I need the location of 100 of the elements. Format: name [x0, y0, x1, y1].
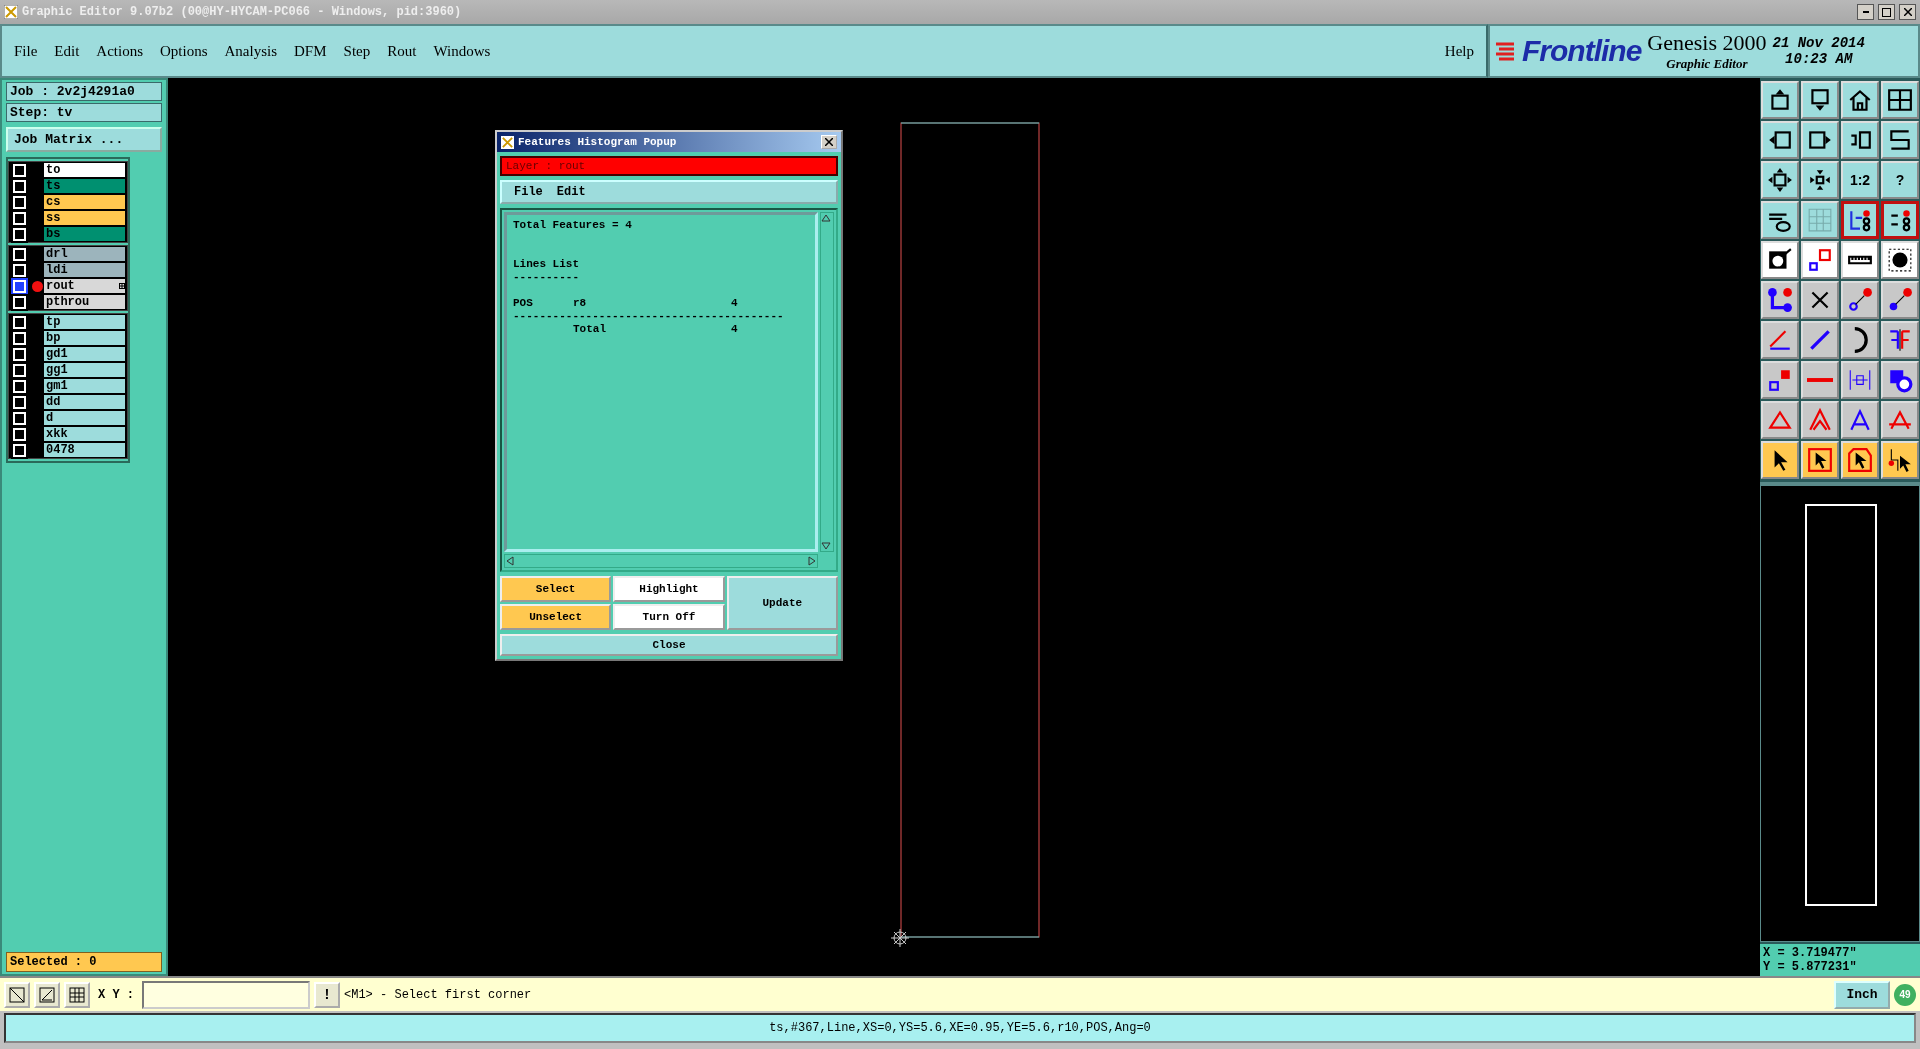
layer-name[interactable]: ss — [44, 211, 125, 225]
layer-name[interactable]: d — [44, 411, 125, 425]
layer-label: Layer : rout — [500, 156, 838, 176]
layer-name[interactable]: cs — [44, 195, 125, 209]
layer-name[interactable]: drl — [44, 247, 125, 261]
selected-count: Selected : 0 — [6, 952, 162, 972]
layer-checkbox[interactable] — [13, 211, 26, 225]
layer-checkbox[interactable] — [13, 315, 26, 329]
shrink-arrows-icon — [1807, 167, 1833, 193]
layer-name[interactable]: ldi — [44, 263, 125, 277]
action-button[interactable]: Select — [500, 576, 612, 602]
menu-item[interactable]: Edit — [556, 185, 586, 199]
layer-checkbox[interactable] — [13, 295, 26, 309]
pointer-icon — [1807, 447, 1833, 473]
slanted-line-icon — [1807, 327, 1833, 353]
window-title: Graphic Editor 9.07b2 (00@HY-HYCAM-PC066 - Windows, pid:3960) — [22, 5, 463, 19]
layer-checkbox[interactable] — [13, 427, 26, 441]
action-button[interactable]: Turn Off — [613, 604, 725, 630]
close-icon — [825, 138, 833, 146]
line-arrow-icon — [1887, 287, 1913, 313]
job-matrix-button[interactable]: Job Matrix ... — [6, 127, 162, 152]
speed-lines-icon — [1494, 40, 1516, 62]
angle-box-icon — [39, 986, 55, 1003]
tool-button[interactable]: 1:2 — [1841, 161, 1879, 199]
count-badge: 49 — [1894, 983, 1916, 1006]
mirror-icon — [1887, 327, 1913, 353]
layer-name[interactable]: rout — [44, 279, 125, 293]
product-name: Genesis 2000 — [1647, 30, 1767, 56]
section-underline: ---------- — [513, 271, 580, 284]
layer-checkbox[interactable] — [13, 411, 26, 425]
layer-checkbox[interactable] — [13, 331, 26, 345]
menu-item[interactable]: Analysis — [224, 42, 278, 60]
layer-checkbox[interactable] — [13, 195, 26, 209]
close-button[interactable] — [1899, 4, 1916, 20]
layer-name[interactable]: bs — [44, 227, 125, 241]
units-button[interactable]: Inch — [1834, 980, 1890, 1009]
x-coordinate: X = 3.719477" — [1763, 946, 1858, 960]
layer-name[interactable]: gg1 — [44, 363, 125, 377]
layer-checkbox[interactable] — [13, 247, 26, 261]
layer-checkbox[interactable] — [13, 363, 26, 377]
vertical-scrollbar[interactable] — [820, 212, 834, 552]
action-button[interactable]: Update — [726, 576, 838, 630]
menu-item[interactable]: Rout — [387, 42, 417, 60]
symbol-cell-text: r8 — [573, 297, 588, 310]
layer-name[interactable]: 0478 — [44, 443, 125, 457]
layer-checkbox[interactable] — [13, 443, 26, 457]
layer-checkbox[interactable] — [13, 347, 26, 361]
nodes-icon — [1767, 287, 1793, 313]
tool-button[interactable]: ? — [1881, 161, 1919, 199]
squares-arrow-icon — [1767, 367, 1793, 393]
popup-title: Features Histogram Popup — [518, 136, 678, 148]
menu-item[interactable]: Actions — [96, 42, 143, 60]
close-popup-button[interactable]: Close — [500, 634, 838, 656]
app-icon — [501, 135, 514, 149]
polarity-cell-text: POS — [513, 297, 534, 310]
window-grid-icon — [1887, 87, 1913, 113]
scroll-right-icon — [807, 556, 817, 566]
layer-checkbox[interactable] — [13, 163, 26, 177]
maximize-button[interactable] — [1878, 4, 1895, 20]
xy-input-field[interactable] — [142, 980, 310, 1009]
layer-name[interactable]: xkk — [44, 427, 125, 441]
layer-checkbox[interactable] — [13, 279, 26, 293]
diagonal-box-icon — [9, 986, 25, 1003]
action-button[interactable]: Highlight — [613, 576, 725, 602]
circuit-icon — [1847, 207, 1873, 233]
layer-name[interactable]: ts — [44, 179, 125, 193]
menu-item[interactable]: Windows — [433, 42, 491, 60]
menu-item[interactable]: File — [514, 185, 543, 199]
layer-checkbox[interactable] — [13, 263, 26, 277]
action-button[interactable]: Unselect — [500, 604, 612, 630]
layer-name[interactable]: to — [44, 163, 125, 177]
layer-checkbox[interactable] — [13, 227, 26, 241]
path-pointer-icon — [1887, 447, 1913, 473]
horizontal-scrollbar[interactable] — [504, 554, 818, 568]
layer-name[interactable]: pthrou — [44, 295, 125, 309]
layer-checkbox[interactable] — [13, 395, 26, 409]
layer-name[interactable]: gd1 — [44, 347, 125, 361]
menu-item[interactable]: Step — [343, 42, 371, 60]
layer-name[interactable]: gm1 — [44, 379, 125, 393]
triangle-icon — [1807, 407, 1833, 433]
menu-item[interactable]: File — [14, 42, 38, 60]
job-name: Job : 2v2j4291a0 — [6, 82, 162, 101]
menu-item[interactable]: Options — [160, 42, 208, 60]
layer-name[interactable]: dd — [44, 395, 125, 409]
snap-button[interactable] — [4, 981, 30, 1008]
layer-checkbox[interactable] — [13, 179, 26, 193]
help-menu[interactable]: Help — [1444, 42, 1474, 60]
minimize-button[interactable] — [1857, 4, 1874, 20]
layer-name[interactable]: bp — [44, 331, 125, 345]
count-cell-text: 4 — [731, 297, 739, 310]
measure-icon — [1847, 367, 1873, 393]
menu-item[interactable]: DFM — [294, 42, 327, 60]
grid-button[interactable] — [64, 981, 90, 1008]
layer-name[interactable]: tp — [44, 315, 125, 329]
grid-icon — [69, 986, 85, 1003]
layer-checkbox[interactable] — [13, 379, 26, 393]
menu-item[interactable]: Edit — [54, 42, 80, 60]
tool-button[interactable] — [1881, 201, 1919, 239]
tool-button[interactable] — [1841, 201, 1879, 239]
alert-button[interactable]: ! — [314, 981, 340, 1008]
